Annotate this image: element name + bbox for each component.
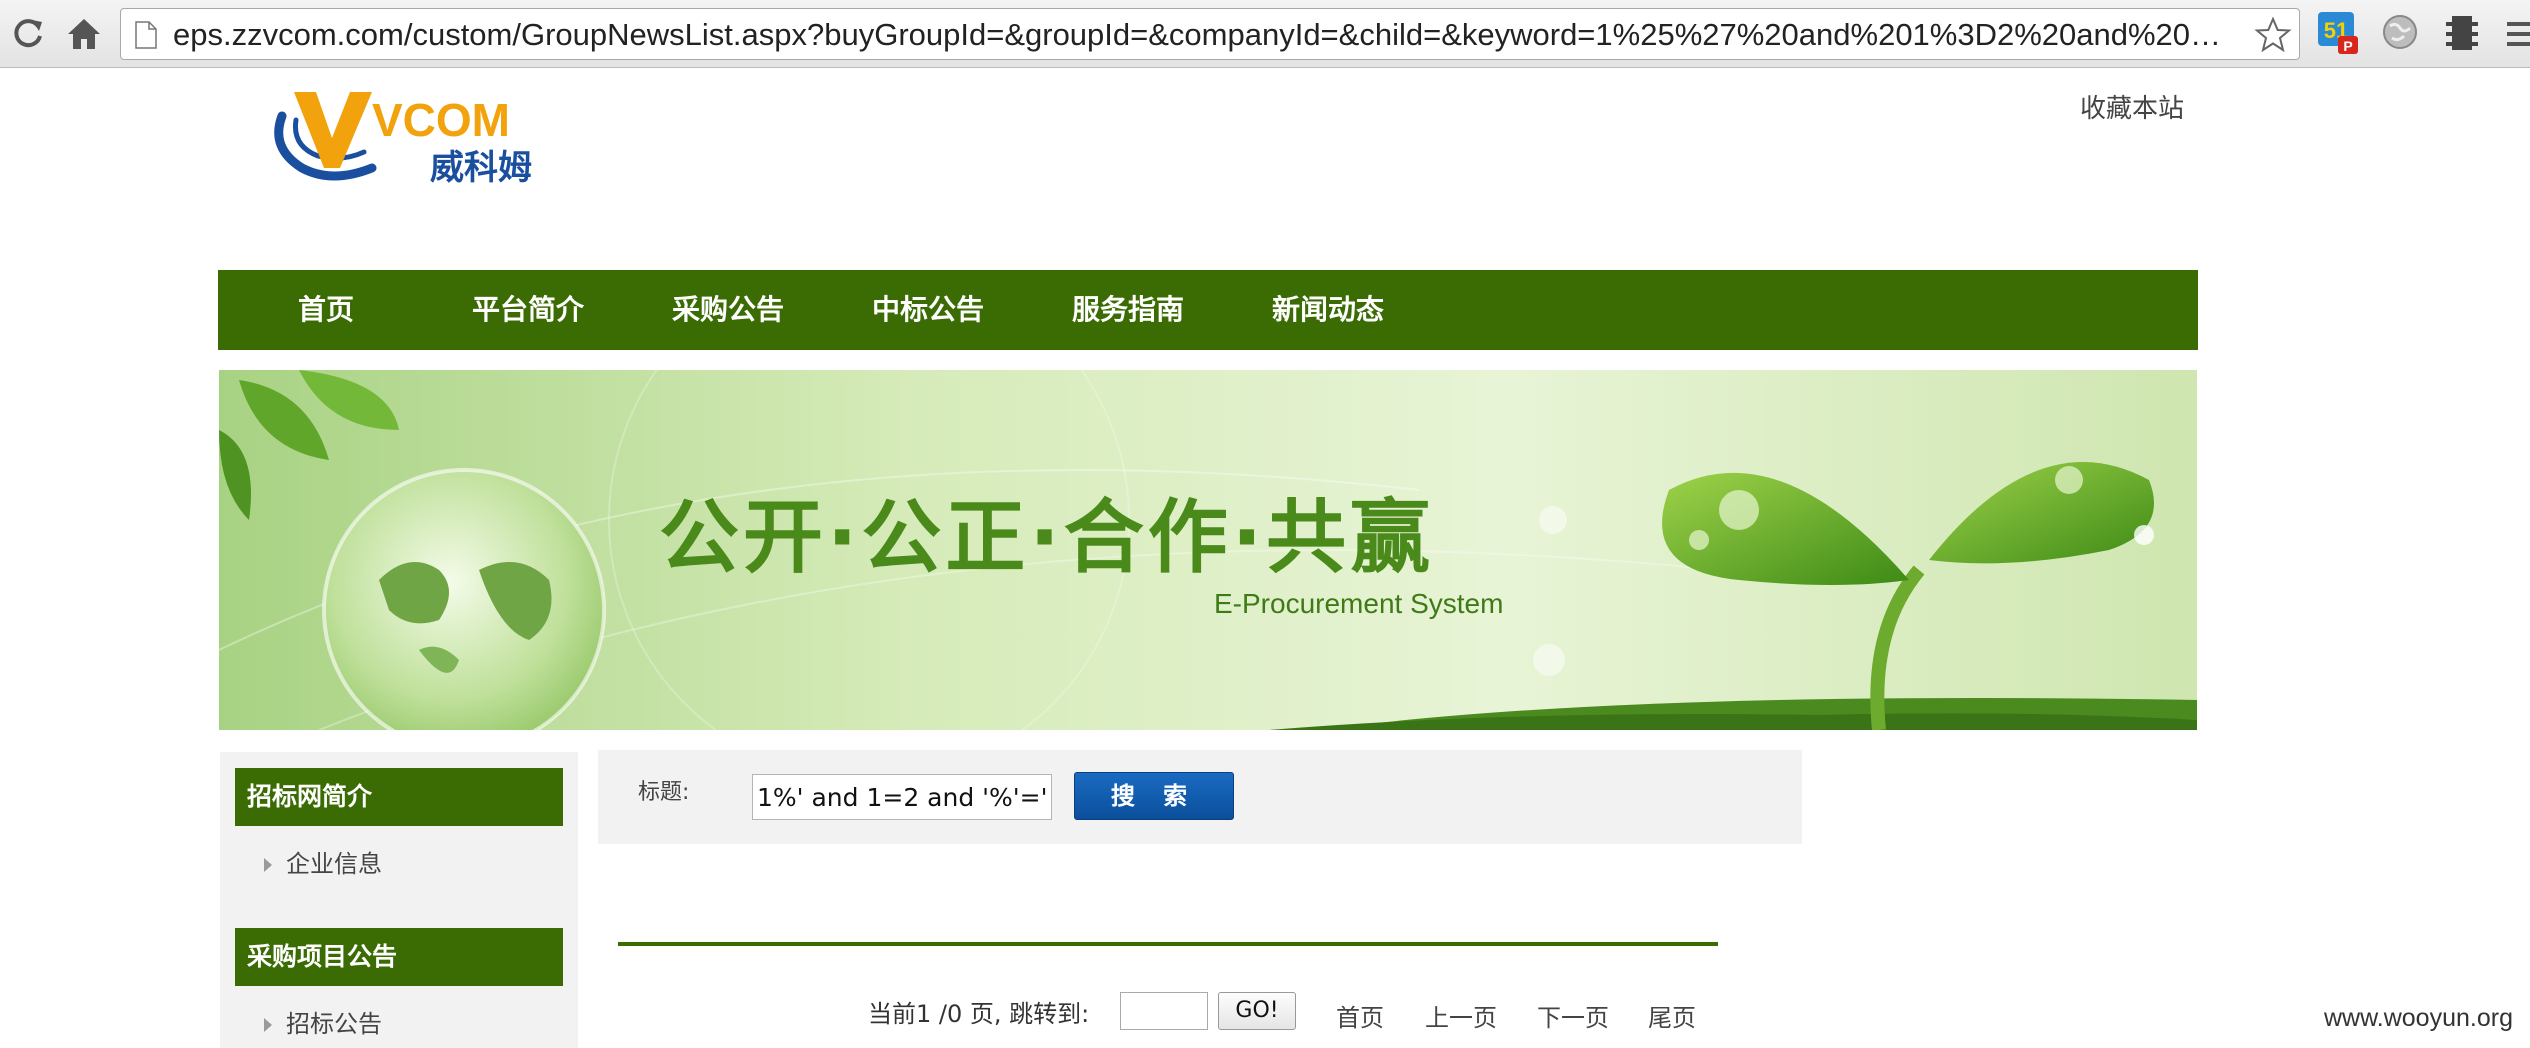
browser-toolbar: eps.zzvcom.com/custom/GroupNewsList.aspx… — [0, 0, 2530, 68]
sidebar-heading-intro: 招标网简介 — [235, 768, 563, 826]
triangle-right-icon — [264, 858, 272, 872]
page-status: 当前1 /0 页, 跳转到: — [868, 1000, 1090, 1028]
page-icon — [135, 21, 157, 49]
nav-item-award-notices[interactable]: 中标公告 — [872, 270, 984, 350]
title-search-input[interactable] — [752, 774, 1052, 820]
main-nav: 首页 平台简介 采购公告 中标公告 服务指南 新闻动态 — [218, 270, 2198, 350]
nav-item-procurement-notices[interactable]: 采购公告 — [672, 270, 784, 350]
traffic-light-icon[interactable] — [2440, 10, 2484, 56]
site-logo[interactable]: VCOM 威科姆 — [268, 76, 558, 194]
bookmark-star-icon[interactable] — [2253, 15, 2293, 55]
home-icon[interactable] — [64, 14, 104, 54]
banner-slogan: 公开·公正·合作·共赢 — [659, 491, 1434, 584]
search-button[interactable]: 搜 索 — [1074, 772, 1234, 820]
nav-item-about[interactable]: 平台简介 — [472, 270, 584, 350]
logo-chinese-text: 威科姆 — [430, 148, 532, 188]
reload-icon[interactable] — [8, 14, 48, 54]
globe-icon[interactable] — [2378, 10, 2422, 56]
watermark: www.wooyun.org — [2324, 1004, 2513, 1032]
nav-item-news[interactable]: 新闻动态 — [1272, 270, 1384, 350]
sidebar-item-company-info[interactable]: 企业信息 — [264, 844, 382, 879]
hero-banner: 公开·公正·合作·共赢 E-Procurement System — [219, 370, 2197, 730]
sidebar-item-label: 招标公告 — [286, 1010, 382, 1038]
sidebar: 招标网简介 企业信息 采购项目公告 招标公告 — [220, 752, 578, 1048]
prev-page-link[interactable]: 上一页 — [1425, 998, 1497, 1033]
go-button[interactable]: GO! — [1218, 992, 1296, 1030]
bookmark-site-link[interactable]: 收藏本站 — [2080, 88, 2184, 125]
nav-item-service-guide[interactable]: 服务指南 — [1072, 270, 1184, 350]
title-label: 标题: — [638, 780, 690, 805]
extension-51-icon[interactable]: 51 P — [2316, 10, 2360, 56]
logo-text: VCOM — [372, 94, 510, 146]
extension-badge-sub: P — [2343, 38, 2352, 54]
search-panel: 标题: 搜 索 — [598, 750, 1802, 844]
page-jump-input[interactable] — [1120, 992, 1208, 1030]
sidebar-item-tender-notices[interactable]: 招标公告 — [264, 1004, 382, 1039]
sidebar-item-label: 企业信息 — [286, 850, 382, 878]
address-bar[interactable]: eps.zzvcom.com/custom/GroupNewsList.aspx… — [120, 8, 2300, 60]
url-text[interactable]: eps.zzvcom.com/custom/GroupNewsList.aspx… — [173, 9, 2233, 61]
last-page-link[interactable]: 尾页 — [1648, 998, 1696, 1033]
first-page-link[interactable]: 首页 — [1336, 998, 1384, 1033]
browser-menu-icon[interactable] — [2505, 14, 2530, 54]
divider — [618, 942, 1718, 946]
triangle-right-icon — [264, 1018, 272, 1032]
sidebar-heading-procurement: 采购项目公告 — [235, 928, 563, 986]
banner-subtitle: E-Procurement System — [1214, 588, 1503, 619]
nav-item-home[interactable]: 首页 — [298, 270, 354, 350]
next-page-link[interactable]: 下一页 — [1537, 998, 1609, 1033]
